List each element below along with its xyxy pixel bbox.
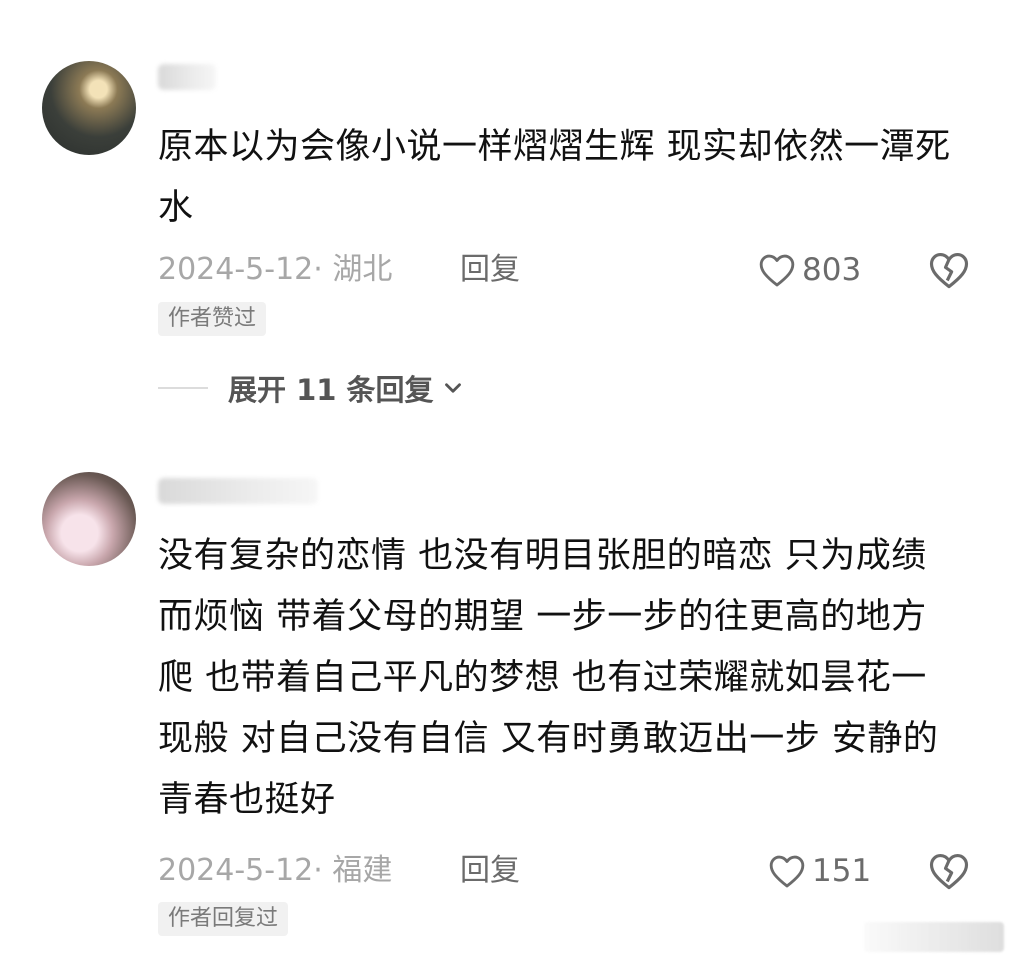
username-blurred[interactable] xyxy=(158,64,216,90)
avatar[interactable] xyxy=(42,472,136,566)
like-button[interactable]: 151 xyxy=(768,851,871,891)
expand-replies[interactable]: 展开 11 条回复 xyxy=(158,366,466,410)
divider xyxy=(158,387,208,389)
like-count: 803 xyxy=(802,252,862,288)
expand-replies-label: 展开 11 条回复 xyxy=(228,373,434,407)
heart-outline-icon xyxy=(759,254,795,287)
username-blurred[interactable] xyxy=(158,478,318,504)
comment-date-location: 2024-5-12· 湖北 xyxy=(158,252,393,287)
reply-button[interactable]: 回复 xyxy=(460,851,520,891)
avatar[interactable] xyxy=(42,61,136,155)
chevron-down-icon xyxy=(444,383,461,393)
like-button[interactable]: 803 xyxy=(758,250,861,290)
broken-heart-icon[interactable] xyxy=(928,250,970,290)
watermark xyxy=(864,922,1004,952)
broken-heart-icon[interactable] xyxy=(928,851,970,891)
heart-outline-icon xyxy=(769,855,805,888)
comment-text: 原本以为会像小说一样熠熠生辉 现实却依然一潭死水 xyxy=(158,127,951,228)
like-count: 151 xyxy=(812,853,872,889)
reply-button[interactable]: 回复 xyxy=(460,250,520,290)
author-replied-badge: 作者回复过 xyxy=(158,902,289,936)
author-liked-badge: 作者赞过 xyxy=(158,302,267,336)
comment-date-location: 2024-5-12· 福建 xyxy=(158,853,393,888)
comment-text: 没有复杂的恋情 也没有明目张胆的暗恋 只为成绩而烦恼 带着父母的期望 一步一步的… xyxy=(158,536,939,820)
